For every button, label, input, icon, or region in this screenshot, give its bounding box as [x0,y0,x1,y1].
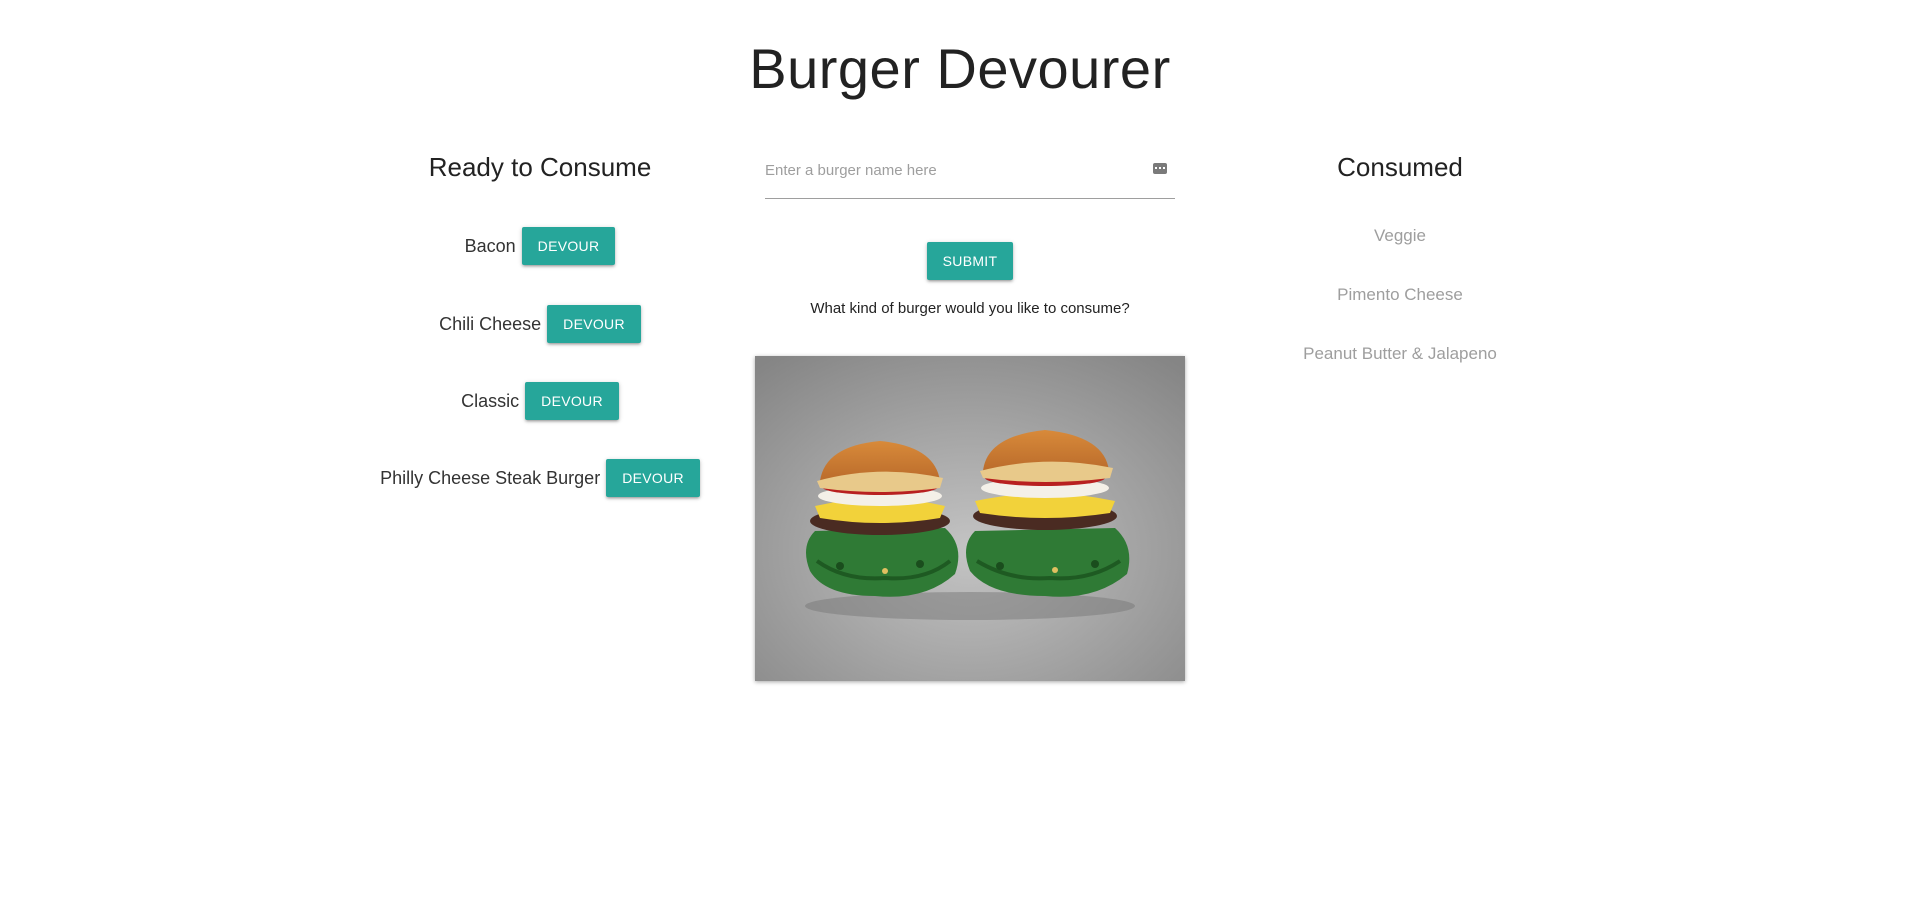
consumed-item: Pimento Cheese [1337,285,1463,304]
consumed-item: Veggie [1374,226,1426,245]
devour-button[interactable]: Devour [547,305,641,343]
submit-button[interactable]: Submit [926,242,1014,280]
list-item: Chili Cheese Devour [380,305,700,343]
devour-button[interactable]: Devour [525,382,619,420]
keyboard-icon[interactable] [1153,163,1167,174]
burger-name: Chili Cheese [439,313,542,334]
submit-wrap: Submit [755,242,1185,280]
burger-name: Bacon [464,235,516,256]
form-prompt: What kind of burger would you like to co… [810,300,1130,317]
list-item: Philly Cheese Steak Burger Devour [380,459,700,497]
burger-name-input[interactable] [765,162,1135,179]
ready-heading: Ready to Consume [428,152,652,182]
burger-name: Philly Cheese Steak Burger [380,467,601,488]
burger-name-field [765,150,1175,199]
burger-name: Classic [461,390,520,411]
devour-button[interactable]: Devour [606,459,700,497]
ready-column: Ready to Consume Bacon Devour Chili Chee… [380,150,700,497]
list-item: Classic Devour [380,382,700,420]
consumed-heading: Consumed [1337,152,1463,182]
burger-sculpture-image [755,356,1185,681]
list-item: Bacon Devour [380,227,700,265]
page-title: Burger Devourer [749,37,1171,100]
devour-button[interactable]: Devour [521,227,616,265]
consumed-item: Peanut Butter & Jalapeno [1303,344,1497,363]
consumed-column: Consumed Veggie Pimento Cheese Peanut Bu… [1240,150,1560,363]
